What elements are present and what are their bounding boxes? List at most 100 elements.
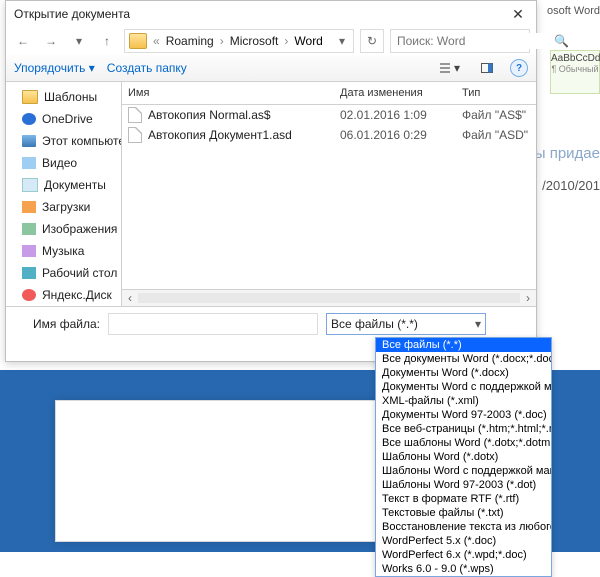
file-type-display: Все файлы (*.*) [331, 317, 418, 331]
col-name-header[interactable]: Имя [122, 87, 334, 99]
scroll-right-button[interactable]: › [520, 291, 536, 305]
nav-back-button[interactable]: ← [12, 30, 34, 52]
sidebar-item-label: OneDrive [42, 112, 93, 126]
dl-icon [22, 201, 36, 213]
col-type-header[interactable]: Тип [456, 87, 536, 99]
toolbar: Упорядочить ▾ Создать папку ▾ ? [6, 55, 536, 82]
nav-history-dropdown[interactable]: ▾ [68, 30, 90, 52]
search-box[interactable]: 🔍 [390, 29, 530, 53]
breadcrumb-sep: « [153, 34, 160, 48]
file-list[interactable]: Автокопия Normal.as$02.01.2016 1:09Файл … [122, 105, 536, 289]
nav-up-button[interactable]: ↑ [96, 30, 118, 52]
list-icon [438, 61, 452, 75]
sidebar-item[interactable]: Рабочий стол [6, 262, 121, 284]
img-icon [22, 223, 36, 235]
sidebar-item[interactable]: Документы [6, 174, 121, 196]
sidebar-item[interactable]: Музыка [6, 240, 121, 262]
bg-ribbon-style-tile: AaBbCcDd ¶ Обычный [550, 50, 600, 94]
sidebar-item-label: Документы [44, 178, 106, 192]
chevron-down-icon: ▾ [454, 61, 460, 75]
yd-icon [22, 289, 36, 301]
sidebar-item[interactable]: Этот компьютер [6, 130, 121, 152]
search-input[interactable] [395, 33, 554, 49]
filter-option[interactable]: Восстановление текста из любого файла (*… [376, 520, 551, 534]
filter-option[interactable]: Все документы Word (*.docx;*.docm;*.dotx… [376, 352, 551, 366]
address-bar[interactable]: « Roaming › Microsoft › Word ▾ [124, 29, 354, 53]
filter-option[interactable]: Текст в формате RTF (*.rtf) [376, 492, 551, 506]
filter-option[interactable]: Шаблоны Word с поддержкой макросов (*.do… [376, 464, 551, 478]
preview-pane-button[interactable] [476, 61, 498, 75]
horizontal-scrollbar[interactable]: ‹ › [122, 289, 536, 306]
sidebar-item-label: Видео [42, 156, 77, 170]
filename-input[interactable] [108, 313, 318, 335]
scroll-track[interactable] [138, 293, 520, 303]
file-date: 02.01.2016 1:09 [334, 108, 456, 122]
filter-option[interactable]: XML-файлы (*.xml) [376, 394, 551, 408]
file-type: Файл "AS$" [456, 108, 536, 122]
filter-option[interactable]: Документы Word (*.docx) [376, 366, 551, 380]
filename-label: Имя файла: [14, 317, 100, 331]
view-mode-button[interactable]: ▾ [434, 61, 464, 75]
filter-option[interactable]: Шаблоны Word 97-2003 (*.dot) [376, 478, 551, 492]
sidebar-item-label: Шаблоны [44, 90, 97, 104]
new-folder-button[interactable]: Создать папку [107, 61, 187, 75]
open-file-dialog: Открытие документа ✕ ← → ▾ ↑ « Roaming ›… [5, 0, 537, 362]
sidebar-item-label: Изображения [42, 222, 117, 236]
breadcrumb-sep: › [220, 34, 224, 48]
file-pane: Имя Дата изменения Тип Автокопия Normal.… [122, 82, 536, 306]
file-icon [128, 107, 142, 123]
address-dropdown[interactable]: ▾ [335, 34, 349, 48]
folder-icon [22, 90, 38, 104]
scroll-left-button[interactable]: ‹ [122, 291, 138, 305]
breadcrumb-roaming[interactable]: Roaming [162, 34, 218, 48]
nav-forward-button[interactable]: → [40, 30, 62, 52]
refresh-button[interactable]: ↻ [360, 29, 384, 53]
filter-option[interactable]: WordPerfect 5.x (*.doc) [376, 534, 551, 548]
chevron-down-icon: ▾ [89, 61, 95, 75]
filter-option[interactable]: Все файлы (*.*) [376, 338, 551, 352]
bg-style-sample: AaBbCcDd [551, 53, 599, 64]
close-button[interactable]: ✕ [506, 6, 530, 23]
breadcrumb-word[interactable]: Word [290, 34, 326, 48]
file-row[interactable]: Автокопия Normal.as$02.01.2016 1:09Файл … [122, 105, 536, 125]
sidebar-item-label: Рабочий стол [42, 266, 117, 280]
bg-style-label: ¶ Обычный [551, 64, 598, 74]
file-row[interactable]: Автокопия Документ1.asd06.01.2016 0:29Фа… [122, 125, 536, 145]
help-button[interactable]: ? [510, 59, 528, 77]
file-type-combobox[interactable]: Все файлы (*.*) ▾ [326, 313, 486, 335]
column-header[interactable]: Имя Дата изменения Тип [122, 82, 536, 105]
folder-icon [129, 33, 147, 49]
sidebar[interactable]: Шаблоны OneDrive Этот компьютер Видео Докуме… [6, 82, 122, 306]
col-date-header[interactable]: Дата изменения [334, 87, 456, 99]
sidebar-item[interactable]: Яндекс.Диск [6, 284, 121, 306]
desk-icon [22, 267, 36, 279]
pc-icon [22, 135, 36, 147]
preview-icon [480, 61, 494, 75]
dialog-title: Открытие документа [14, 7, 506, 21]
filter-option[interactable]: Документы Word 97-2003 (*.doc) [376, 408, 551, 422]
music-icon [22, 245, 36, 257]
breadcrumb-microsoft[interactable]: Microsoft [226, 34, 283, 48]
chevron-down-icon: ▾ [475, 317, 481, 331]
sidebar-item[interactable]: Загрузки [6, 196, 121, 218]
filter-option[interactable]: Документы Word с поддержкой макросов (*.… [376, 380, 551, 394]
bg-app-name: osoft Word [547, 5, 600, 17]
filter-option[interactable]: Текстовые файлы (*.txt) [376, 506, 551, 520]
bg-years: /2010/201 [542, 178, 600, 193]
breadcrumb-sep: › [284, 34, 288, 48]
organize-button[interactable]: Упорядочить ▾ [14, 61, 95, 75]
file-type-dropdown[interactable]: Все файлы (*.*)Все документы Word (*.doc… [375, 337, 552, 577]
sidebar-item[interactable]: Шаблоны [6, 86, 121, 108]
file-name: Автокопия Документ1.asd [148, 128, 292, 142]
sidebar-item[interactable]: Изображения [6, 218, 121, 240]
video-icon [22, 157, 36, 169]
file-date: 06.01.2016 0:29 [334, 128, 456, 142]
filter-option[interactable]: Все веб-страницы (*.htm;*.html;*.mht;*.m… [376, 422, 551, 436]
navbar: ← → ▾ ↑ « Roaming › Microsoft › Word ▾ ↻… [6, 27, 536, 55]
filter-option[interactable]: Works 6.0 - 9.0 (*.wps) [376, 562, 551, 576]
filter-option[interactable]: Все шаблоны Word (*.dotx;*.dotm;*.dot) [376, 436, 551, 450]
filter-option[interactable]: Шаблоны Word (*.dotx) [376, 450, 551, 464]
sidebar-item[interactable]: Видео [6, 152, 121, 174]
sidebar-item[interactable]: OneDrive [6, 108, 121, 130]
filter-option[interactable]: WordPerfect 6.x (*.wpd;*.doc) [376, 548, 551, 562]
